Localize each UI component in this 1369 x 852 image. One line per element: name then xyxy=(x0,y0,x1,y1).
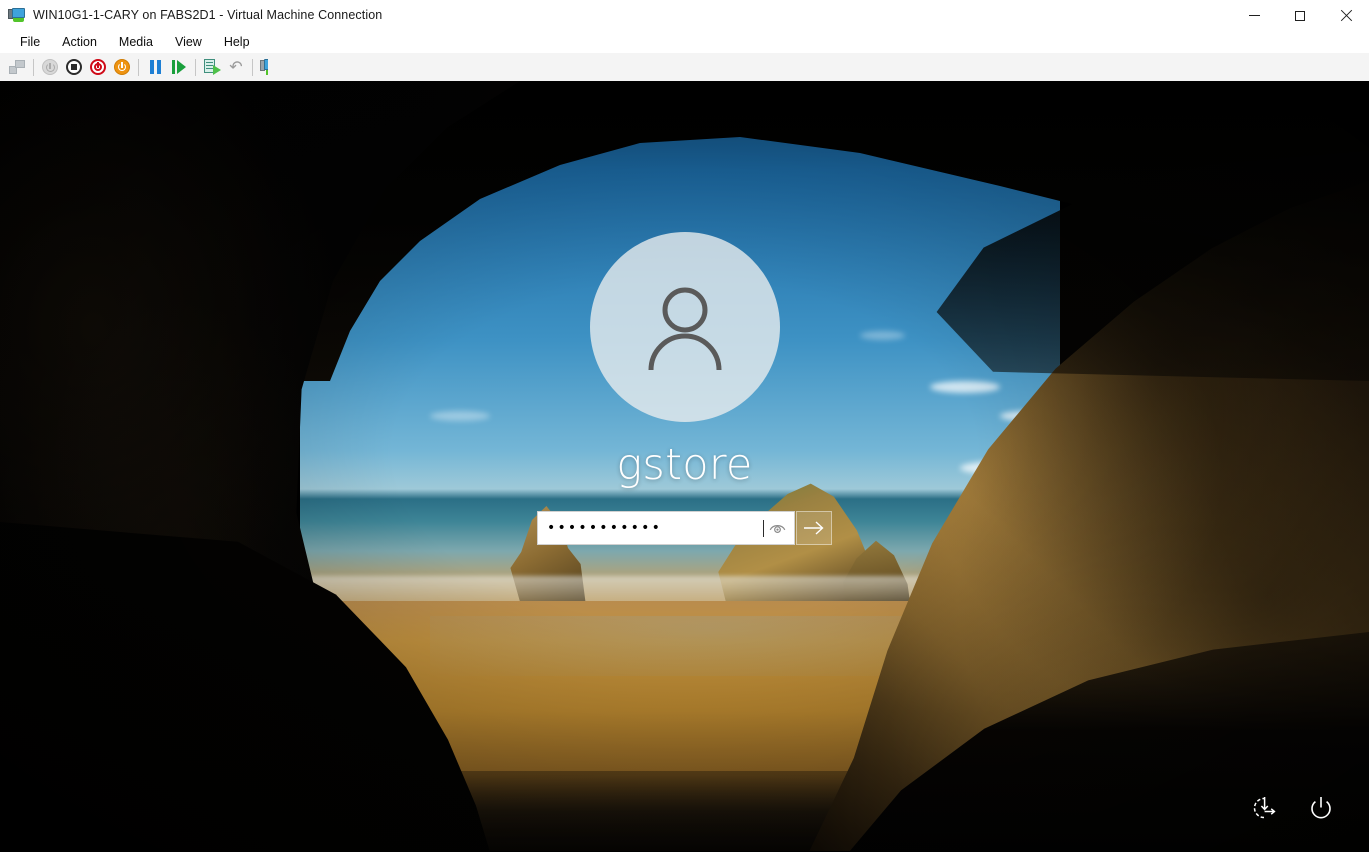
title-bar: WIN10G1-1-CARY on FABS2D1 - Virtual Mach… xyxy=(0,0,1369,31)
avatar xyxy=(589,232,780,422)
menu-item-view[interactable]: View xyxy=(164,33,213,51)
arrow-right-icon xyxy=(804,521,824,535)
close-icon xyxy=(1340,10,1352,22)
virtual-machine-icon xyxy=(8,7,25,23)
menu-item-action[interactable]: Action xyxy=(51,33,108,51)
toolbar-reset-button[interactable] xyxy=(86,55,110,79)
toolbar-checkpoint-button[interactable] xyxy=(200,55,224,79)
vm-display[interactable]: gstore ••••••••••• xyxy=(0,81,1369,852)
password-masked-value: ••••••••••• xyxy=(547,521,663,535)
pause-icon xyxy=(149,60,161,74)
resume-step-icon xyxy=(172,60,186,74)
lock-screen-login: gstore ••••••••••• xyxy=(0,81,1369,852)
power-icon xyxy=(1311,797,1331,819)
eye-reveal-icon xyxy=(769,525,785,534)
password-submit-button[interactable] xyxy=(796,511,832,545)
password-row: ••••••••••• xyxy=(537,511,832,545)
start-icon xyxy=(114,59,130,75)
password-input[interactable]: ••••••••••• xyxy=(537,511,795,545)
toolbar-separator xyxy=(195,58,196,76)
toolbar-turn-off-button[interactable] xyxy=(38,55,62,79)
user-avatar-icon xyxy=(648,287,721,371)
settings-icon xyxy=(8,59,26,75)
toolbar: ↶ xyxy=(0,53,1369,81)
checkpoint-icon xyxy=(203,59,221,75)
menu-item-media[interactable]: Media xyxy=(108,33,164,51)
toolbar-shut-down-button[interactable] xyxy=(62,55,86,79)
toolbar-start-button[interactable] xyxy=(110,55,134,79)
toolbar-revert-button[interactable]: ↶ xyxy=(224,55,248,79)
toolbar-separator xyxy=(252,58,253,76)
power-button[interactable] xyxy=(1306,793,1336,823)
window-title: WIN10G1-1-CARY on FABS2D1 - Virtual Mach… xyxy=(33,8,383,22)
menu-item-file[interactable]: File xyxy=(9,33,51,51)
toolbar-filler xyxy=(268,53,1369,81)
toolbar-resume-button[interactable] xyxy=(167,55,191,79)
ease-of-access-button[interactable] xyxy=(1250,793,1280,823)
maximize-button[interactable] xyxy=(1277,0,1323,31)
toolbar-separator xyxy=(33,58,34,76)
minimize-icon xyxy=(1248,15,1260,16)
window-controls xyxy=(1231,0,1369,31)
reset-icon xyxy=(90,59,106,75)
shut-down-icon xyxy=(66,59,82,75)
password-reveal-button[interactable] xyxy=(764,513,790,543)
toolbar-settings-button[interactable] xyxy=(5,55,29,79)
close-button[interactable] xyxy=(1323,0,1369,31)
menu-bar: File Action Media View Help xyxy=(0,31,1369,53)
lock-screen-corner-actions xyxy=(1250,793,1336,823)
vm-connection-window: WIN10G1-1-CARY on FABS2D1 - Virtual Mach… xyxy=(0,0,1369,852)
toolbar-pause-button[interactable] xyxy=(143,55,167,79)
minimize-button[interactable] xyxy=(1231,0,1277,31)
maximize-icon xyxy=(1295,10,1305,21)
turn-off-icon xyxy=(42,59,58,75)
username-label: gstore xyxy=(616,440,753,490)
menu-item-help[interactable]: Help xyxy=(213,33,261,51)
toolbar-separator xyxy=(138,58,139,76)
ease-of-access-icon xyxy=(1253,797,1276,819)
revert-icon: ↶ xyxy=(229,57,243,76)
